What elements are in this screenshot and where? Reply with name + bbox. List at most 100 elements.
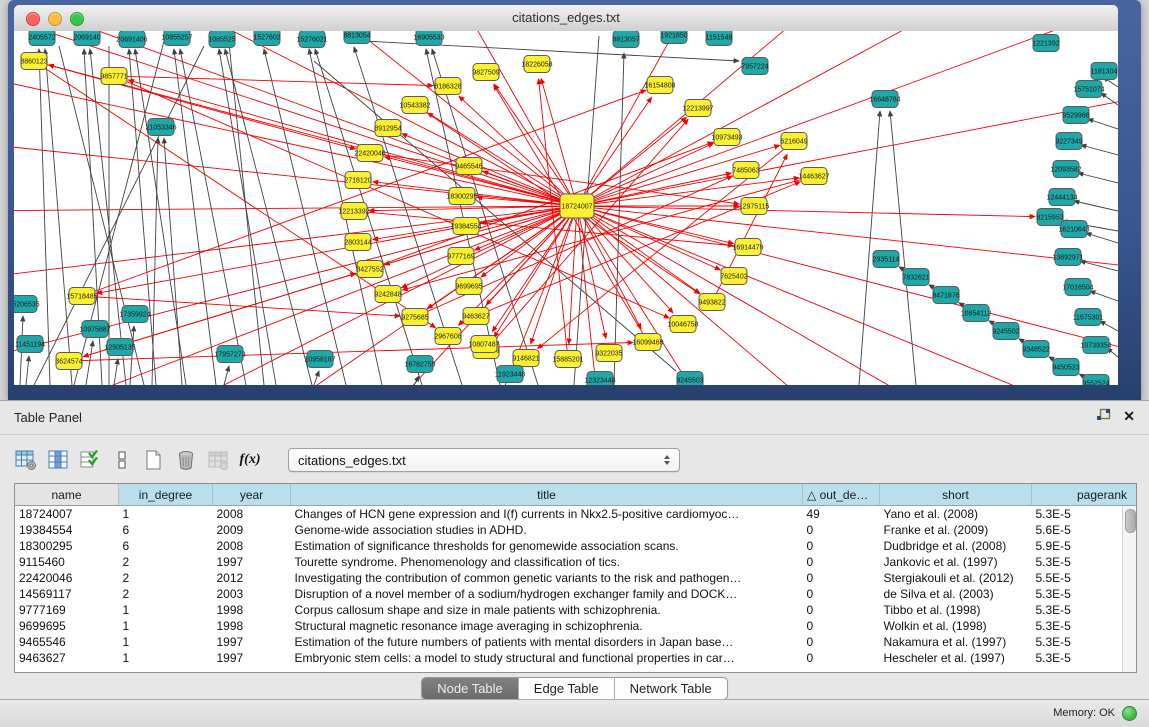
table-row[interactable]: 969969511998Structural magnetic resonanc…	[15, 618, 1137, 634]
table-cell[interactable]: Genome-wide association studies in ADHD.	[291, 522, 803, 538]
table-cell[interactable]: 0	[803, 586, 880, 602]
column-header-1[interactable]: in_degree	[119, 484, 213, 506]
table-cell[interactable]: 0	[803, 650, 880, 666]
citation-edge-black[interactable]	[1074, 201, 1118, 211]
citation-edge-black[interactable]	[174, 49, 216, 385]
table-cell[interactable]: 2	[119, 554, 213, 570]
table-cell[interactable]: 2009	[213, 522, 291, 538]
table-cell[interactable]: 0	[803, 618, 880, 634]
table-cell[interactable]: 22420046	[15, 570, 119, 586]
table-row[interactable]: 2242004622012Investigating the contribut…	[15, 570, 1137, 586]
citation-edge-black[interactable]	[859, 111, 880, 385]
citation-edge-black[interactable]	[614, 53, 624, 385]
node-table-grid[interactable]: namein_degreeyeartitle△ out_de…shortpage…	[15, 484, 1137, 666]
table-cell[interactable]: Yano et al. (2008)	[880, 506, 1032, 523]
table-cell[interactable]: 2008	[213, 538, 291, 554]
table-cell[interactable]: Nakamura et al. (1997)	[880, 634, 1032, 650]
citation-edge-black[interactable]	[1078, 173, 1118, 183]
table-row[interactable]: 1872400712008Changes of HCN gene express…	[15, 506, 1137, 523]
column-header-0[interactable]: name	[15, 484, 119, 506]
citation-edge-black[interactable]	[164, 138, 182, 385]
table-cell[interactable]: 6	[119, 522, 213, 538]
table-scrollbar[interactable]	[1122, 506, 1136, 672]
function-builder-button[interactable]: f(x)	[238, 448, 262, 472]
table-cell[interactable]: 2	[119, 570, 213, 586]
row-height-button[interactable]	[110, 448, 134, 472]
column-header-3[interactable]: title	[291, 484, 803, 506]
table-cell[interactable]: 18724007	[15, 506, 119, 523]
citation-edge-black[interactable]	[45, 49, 72, 385]
table-cell[interactable]: 9699695	[15, 618, 119, 634]
table-cell[interactable]: 0	[803, 602, 880, 618]
close-panel-icon[interactable]: ✕	[1123, 409, 1135, 423]
table-cell[interactable]: 6	[119, 538, 213, 554]
import-table-button[interactable]	[206, 448, 230, 472]
create-table-button[interactable]	[142, 448, 166, 472]
citation-edge-black[interactable]	[1088, 119, 1118, 129]
table-cell[interactable]: 0	[803, 634, 880, 650]
table-cell[interactable]: Dudbridge et al. (2008)	[880, 538, 1032, 554]
table-source-select[interactable]: citations_edges.txt	[288, 448, 680, 472]
table-cell[interactable]: 1998	[213, 618, 291, 634]
table-cell[interactable]: Hescheler et al. (1997)	[880, 650, 1032, 666]
column-header-4[interactable]: △ out_de…	[803, 484, 880, 506]
delete-table-button[interactable]	[174, 448, 198, 472]
citation-edge-black[interactable]	[219, 49, 276, 385]
table-cell[interactable]: 0	[803, 522, 880, 538]
table-cell[interactable]: Embryonic stem cells: a model to study s…	[291, 650, 803, 666]
table-cell[interactable]: Wolkin et al. (1998)	[880, 618, 1032, 634]
citation-edge-red[interactable]	[577, 206, 1035, 217]
citation-edge-black[interactable]	[39, 49, 50, 385]
table-cell[interactable]: 2003	[213, 586, 291, 602]
table-cell[interactable]: 1998	[213, 602, 291, 618]
table-cell[interactable]: Tibbo et al. (1998)	[880, 602, 1032, 618]
citation-edge-black[interactable]	[180, 49, 246, 385]
table-cell[interactable]: 1	[119, 650, 213, 666]
citation-edge-black[interactable]	[152, 138, 158, 385]
citation-edge-black[interactable]	[1100, 321, 1118, 331]
table-cell[interactable]: 1997	[213, 650, 291, 666]
table-cell[interactable]: Structural magnetic resonance image aver…	[291, 618, 803, 634]
table-cell[interactable]: 1	[119, 634, 213, 650]
citation-edge-black[interactable]	[114, 359, 118, 385]
citation-edge-black[interactable]	[264, 49, 346, 385]
citation-edge-black[interactable]	[414, 376, 419, 385]
table-row[interactable]: 1938455462009Genome-wide association stu…	[15, 522, 1137, 538]
table-cell[interactable]: 0	[803, 538, 880, 554]
column-header-2[interactable]: year	[213, 484, 291, 506]
table-cell[interactable]: 9115460	[15, 554, 119, 570]
network-graph[interactable]: 1872400718226058982750981863281054338289…	[14, 31, 1118, 385]
citation-edge-black[interactable]	[1090, 291, 1118, 301]
table-cell[interactable]: 2008	[213, 506, 291, 523]
select-columns-button[interactable]	[78, 448, 102, 472]
citation-edge-black[interactable]	[1081, 145, 1118, 155]
citation-edge-black[interactable]	[1086, 233, 1118, 243]
citation-edge-red[interactable]	[577, 206, 700, 293]
table-cell[interactable]: Changes of HCN gene expression and I(f) …	[291, 506, 803, 523]
citation-edge-red[interactable]	[14, 206, 577, 281]
table-cell[interactable]: 14569117	[15, 586, 119, 602]
table-cell[interactable]: 1997	[213, 634, 291, 650]
table-cell[interactable]: 1	[119, 602, 213, 618]
table-cell[interactable]: Estimation of significance thresholds fo…	[291, 538, 803, 554]
table-cell[interactable]: Franke et al. (2009)	[880, 522, 1032, 538]
citation-edge-black[interactable]	[224, 366, 229, 385]
table-cell[interactable]: 1997	[213, 554, 291, 570]
table-cell[interactable]: 1	[119, 506, 213, 523]
tab-network-table[interactable]: Network Table	[615, 678, 727, 699]
table-cell[interactable]: 2	[119, 586, 213, 602]
table-cell[interactable]: 9777169	[15, 602, 119, 618]
table-cell[interactable]: 9463627	[15, 650, 119, 666]
show-columns-button[interactable]	[46, 448, 70, 472]
table-row[interactable]: 1830029562008Estimation of significance …	[15, 538, 1137, 554]
table-cell[interactable]: 0	[803, 570, 880, 586]
table-scrollbar-thumb[interactable]	[1125, 509, 1136, 533]
table-row[interactable]: 946362711997Embryonic stem cells: a mode…	[15, 650, 1137, 666]
citation-edge-red[interactable]	[577, 31, 1118, 206]
citation-edge-black[interactable]	[26, 356, 29, 385]
window-titlebar[interactable]: citations_edges.txt	[14, 5, 1118, 32]
table-row[interactable]: 946554611997Estimation of the future num…	[15, 634, 1137, 650]
table-cell[interactable]: 1	[119, 618, 213, 634]
tab-node-table[interactable]: Node Table	[422, 678, 519, 699]
citation-edge-red[interactable]	[114, 76, 433, 86]
